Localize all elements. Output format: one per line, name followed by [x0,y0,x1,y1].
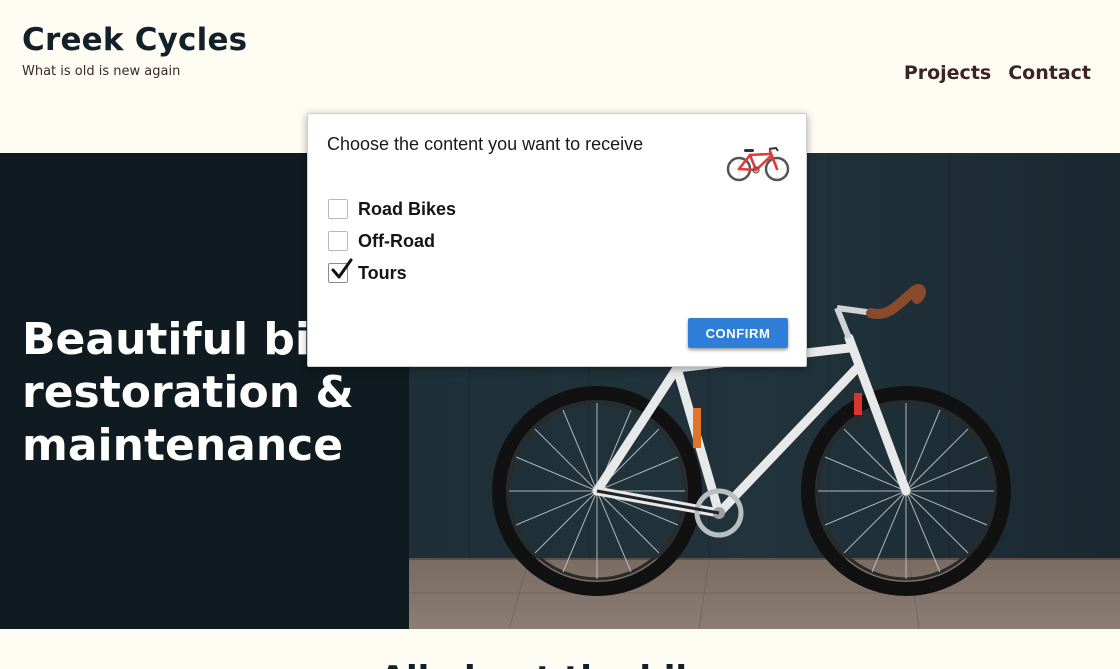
road-bikes-checkbox[interactable] [328,199,348,219]
next-section: All about the bikes [0,629,1120,669]
content-preferences-dialog: Choose the content you want to receive R… [307,113,807,367]
content-options: Road Bikes Off-Road Tours [328,193,456,289]
option-tours[interactable]: Tours [328,257,456,289]
hero-title-line: maintenance [22,420,344,471]
option-label: Off-Road [358,230,435,251]
off-road-checkbox[interactable] [328,231,348,251]
nav-link-contact[interactable]: Contact [1008,62,1091,84]
site-tagline: What is old is new again [22,64,181,79]
hero-title-line: restoration & [22,367,354,418]
option-off-road[interactable]: Off-Road [328,225,456,257]
option-label: Road Bikes [358,198,457,219]
dialog-heading: Choose the content you want to receive [327,134,644,154]
main-nav: Projects Contact [904,62,1091,84]
site-title[interactable]: Creek Cycles [22,22,247,58]
option-road-bikes[interactable]: Road Bikes [328,193,456,225]
confirm-button[interactable]: CONFIRM [688,318,788,348]
checkmark-icon [331,258,353,279]
red-bicycle-icon [726,146,790,182]
option-label: Tours [358,262,407,283]
nav-link-projects[interactable]: Projects [904,62,991,84]
tours-checkbox[interactable] [328,258,353,283]
section-title: All about the bikes [0,659,1120,669]
